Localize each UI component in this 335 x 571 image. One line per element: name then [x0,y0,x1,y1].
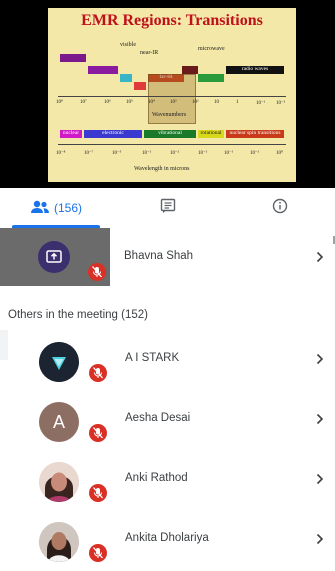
tab-chat[interactable] [112,188,224,228]
chevron-right-icon[interactable] [315,250,325,264]
block-visible [134,82,146,90]
wavelength-label: Wavelength in microns [134,166,190,172]
mic-off-icon [89,424,107,442]
chevron-right-icon[interactable] [315,532,325,546]
label-nuclear: nuclear [62,130,80,136]
chevron-right-icon[interactable] [315,352,325,366]
block-nuclear: nuclear [60,130,82,138]
participants-tab-bar: (156) [0,188,335,228]
avatar [39,342,79,382]
label-near-ir: near-IR [140,50,159,56]
wn-tick: 10⁻² [276,101,286,106]
label-microwave: microwave [198,46,225,52]
wn-tick: 10⁶ [104,100,111,105]
participant-name: Aesha Desai [125,412,191,424]
list-item[interactable]: A I STARK [0,330,335,390]
wn-tick: 10⁻¹ [256,101,266,106]
wl-tick: 10⁻¹ [224,151,234,156]
mic-off-icon [89,364,107,382]
wn-tick: 10² [192,100,199,105]
wn-tick: 10³ [170,100,177,105]
wl-tick: 10⁻¹ [250,151,260,156]
present-screen-icon [38,241,70,273]
presenter-name: Bhavna Shah [124,250,194,262]
block-uv [120,74,132,82]
wavenumber-label: Wavenumbers [152,112,187,118]
slide-title: EMR Regions: Transitions [81,12,263,29]
avatar-letter: A [52,411,65,432]
chat-icon [160,198,176,219]
block-mm [182,66,198,74]
avatar: A [39,402,79,442]
wn-tick: 10⁵ [126,100,133,105]
label-electronic: electronic [102,130,124,136]
wl-tick: 10⁻⁷ [84,151,94,156]
wn-tick: 10⁷ [80,100,87,105]
label-rotational: rotational [200,130,222,136]
avatar [39,522,79,562]
wl-tick: 10⁻¹ [142,151,152,156]
participant-name: A I STARK [125,352,180,364]
block-vibrational: vibrational [144,130,196,138]
wn-tick: 10⁴ [148,100,155,105]
wavenumber-axis [58,96,286,97]
chevron-right-icon[interactable] [315,472,325,486]
block-microwave [198,74,224,82]
people-icon [30,200,50,217]
mic-off-icon [88,263,106,281]
block-gamma [60,54,86,62]
people-count: (156) [53,201,82,215]
shared-presentation: EMR Regions: Transitions visible near-IR… [0,0,335,188]
block-xray [88,66,118,74]
info-icon [272,198,288,219]
wl-tick: 10⁻⁵ [112,151,122,156]
label-radio-waves: radio waves [241,66,269,72]
avatar [39,462,79,502]
wl-tick: 10⁰ [276,151,284,156]
wl-tick: 10⁻² [170,151,180,156]
others-section-header: Others in the meeting (152) [0,300,335,330]
block-nuclear-spin: nuclear spin transitions [226,130,284,138]
mic-off-icon [89,544,107,562]
wavelength-axis [58,144,286,145]
slide: EMR Regions: Transitions visible near-IR… [48,8,296,182]
participant-list: A I STARK A Aesha Desai Anki Rathod Anki… [0,330,335,570]
block-electronic: electronic [84,130,142,138]
others-title: Others in the meeting (152) [8,309,148,321]
participant-name: Anki Rathod [125,472,188,484]
tab-info[interactable] [224,188,335,228]
wn-tick: 1 [236,100,239,105]
block-radio: radio waves [226,66,284,74]
wn-tick: 10 [214,100,219,105]
participant-name: Ankita Dholariya [125,532,209,544]
list-item[interactable]: Anki Rathod [0,450,335,510]
wl-tick: 10⁻¹ [198,151,208,156]
label-vibrational: vibrational [158,130,182,136]
presenter-row[interactable]: Bhavna Shah [0,228,335,286]
wn-tick: 10⁸ [56,100,63,105]
tab-people[interactable]: (156) [0,188,112,228]
chevron-right-icon[interactable] [315,412,325,426]
list-item[interactable]: Ankita Dholariya [0,510,335,570]
mic-off-icon [89,484,107,502]
wl-tick: 10⁻⁸ [56,151,66,156]
block-rotational: rotational [198,130,224,138]
label-nuclear-spin: nuclear spin transitions [229,130,281,136]
list-item[interactable]: A Aesha Desai [0,390,335,450]
label-visible: visible [120,42,136,48]
